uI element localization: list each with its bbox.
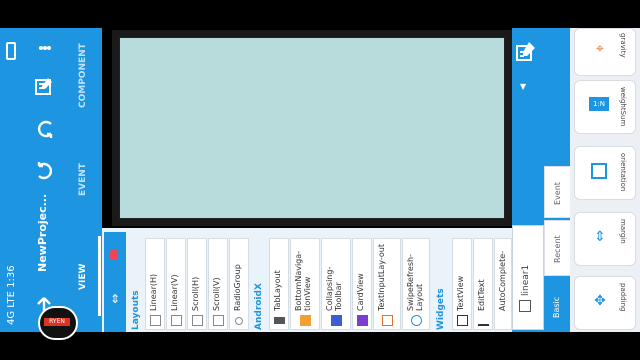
palette-item-textview[interactable]: TextView xyxy=(452,238,472,330)
palette-item-edittext[interactable]: EditText xyxy=(473,238,493,330)
palette-item-label: Collapsing-Toolbar xyxy=(325,266,343,311)
palette-item-swiperefresh[interactable]: SwipeRefresh-Layout xyxy=(402,238,430,330)
palette-item-autocomplete[interactable]: AutoComplete- xyxy=(494,238,512,330)
undo-icon[interactable] xyxy=(34,160,56,182)
status-time: 4G LTE 1:36 xyxy=(6,265,17,325)
property-label: margin xyxy=(619,219,627,244)
orientation-icon xyxy=(591,163,607,179)
selected-view-label: linear1 xyxy=(521,264,531,296)
palette-item-bottomnav[interactable]: BottomNaviga-tionView xyxy=(290,238,320,330)
palette-item-label: CardView xyxy=(356,273,365,311)
resize-icon[interactable]: ⇕ xyxy=(108,292,122,306)
avatar: RYEN xyxy=(38,306,78,340)
palette-item-label: TextInputLay-out xyxy=(377,244,386,311)
tab-recent[interactable]: Recent xyxy=(544,220,572,276)
tablayout-icon xyxy=(274,317,285,324)
property-gravity[interactable]: ⌖ gravity xyxy=(574,28,636,76)
battery-icon xyxy=(6,42,16,60)
clock: 1:36 xyxy=(6,265,17,288)
cardview-icon xyxy=(357,315,368,326)
tab-event-props-label: Event xyxy=(553,182,562,205)
palette-item-label: BottomNaviga-tionView xyxy=(294,250,312,311)
palette-item-linear-v[interactable]: Linear(V) xyxy=(166,238,186,330)
tab-view[interactable]: VIEW xyxy=(78,264,88,290)
pin-icon xyxy=(110,250,118,260)
save-icon[interactable] xyxy=(33,76,55,98)
margin-icon: ⇕ xyxy=(594,229,606,245)
property-margin[interactable]: ⇕ margin xyxy=(574,212,636,266)
palette-item-linear-h[interactable]: Linear(H) xyxy=(145,238,165,330)
palette-item-cardview[interactable]: CardView xyxy=(352,238,372,330)
group-title-widgets: Widgets xyxy=(436,288,446,330)
palette-item-scroll-v[interactable]: Scroll(V) xyxy=(208,238,228,330)
palette-item-label: AutoComplete- xyxy=(498,250,507,311)
edittext-icon xyxy=(478,315,489,326)
selected-view-field[interactable]: linear1 xyxy=(512,225,544,330)
palette-item-label: EditText xyxy=(477,279,486,311)
tab-basic[interactable]: Basic xyxy=(544,278,570,330)
palette-item-label: TextView xyxy=(456,275,465,311)
palette-item-collapsing-toolbar[interactable]: Collapsing-Toolbar xyxy=(321,238,351,330)
tab-recent-label: Recent xyxy=(553,235,562,263)
scroll-v-icon xyxy=(213,315,224,326)
property-weightsum[interactable]: 1:N weightSum xyxy=(574,80,636,134)
tab-view-indicator xyxy=(98,236,101,316)
tab-event[interactable]: EVENT xyxy=(78,163,88,196)
palette-item-tablayout[interactable]: TabLayout xyxy=(269,238,289,330)
property-label: orientation xyxy=(619,153,627,192)
design-canvas-root[interactable] xyxy=(119,37,505,219)
collapsing-toolbar-icon xyxy=(331,315,342,326)
redo-icon[interactable] xyxy=(34,118,56,140)
weightsum-icon: 1:N xyxy=(589,97,609,111)
linear-v-icon xyxy=(171,315,182,326)
palette-item-label: Scroll(H) xyxy=(191,276,200,311)
radio-icon xyxy=(235,317,243,325)
palette-item-textinputlayout[interactable]: TextInputLay-out xyxy=(373,238,401,330)
palette-item-scroll-h[interactable]: Scroll(H) xyxy=(187,238,207,330)
textview-icon xyxy=(457,315,468,326)
swiperefresh-icon xyxy=(411,315,422,326)
palette-item-label: Linear(H) xyxy=(149,273,158,311)
signal-status: 4G LTE xyxy=(6,291,17,325)
property-label: gravity xyxy=(619,33,627,58)
more-options-icon[interactable] xyxy=(38,40,52,56)
padding-icon: ✥ xyxy=(594,293,606,309)
group-title-androidx: AndroidX xyxy=(254,283,264,330)
linear-h-icon xyxy=(150,315,161,326)
property-label: weightSum xyxy=(619,87,627,127)
property-label: padding xyxy=(619,283,627,312)
property-orientation[interactable]: orientation xyxy=(574,146,636,200)
tab-event-props[interactable]: Event xyxy=(544,166,572,218)
palette-handle[interactable] xyxy=(104,232,126,332)
dropdown-arrow-icon[interactable]: ▼ xyxy=(520,82,530,91)
gravity-icon: ⌖ xyxy=(596,41,604,57)
property-editor-icon xyxy=(514,40,538,64)
palette-item-label: Linear(V) xyxy=(170,274,179,311)
bottomnav-icon xyxy=(300,315,311,326)
palette-item-label: TabLayout xyxy=(273,270,282,311)
textinputlayout-icon xyxy=(382,315,393,326)
property-padding[interactable]: ✥ padding xyxy=(574,276,636,330)
palette-item-label: SwipeRefresh-Layout xyxy=(406,254,424,311)
tab-basic-label: Basic xyxy=(552,296,561,318)
list-icon xyxy=(519,300,531,312)
palette-item-radiogroup[interactable]: RadioGroup xyxy=(229,238,249,330)
palette-item-label: Scroll(V) xyxy=(212,277,221,311)
group-title-layouts: Layouts xyxy=(131,290,141,330)
scroll-h-icon xyxy=(192,315,203,326)
project-title[interactable]: NewProjec... xyxy=(36,194,49,272)
palette-item-label: RadioGroup xyxy=(233,264,242,311)
tab-component[interactable]: COMPONENT xyxy=(78,43,88,108)
